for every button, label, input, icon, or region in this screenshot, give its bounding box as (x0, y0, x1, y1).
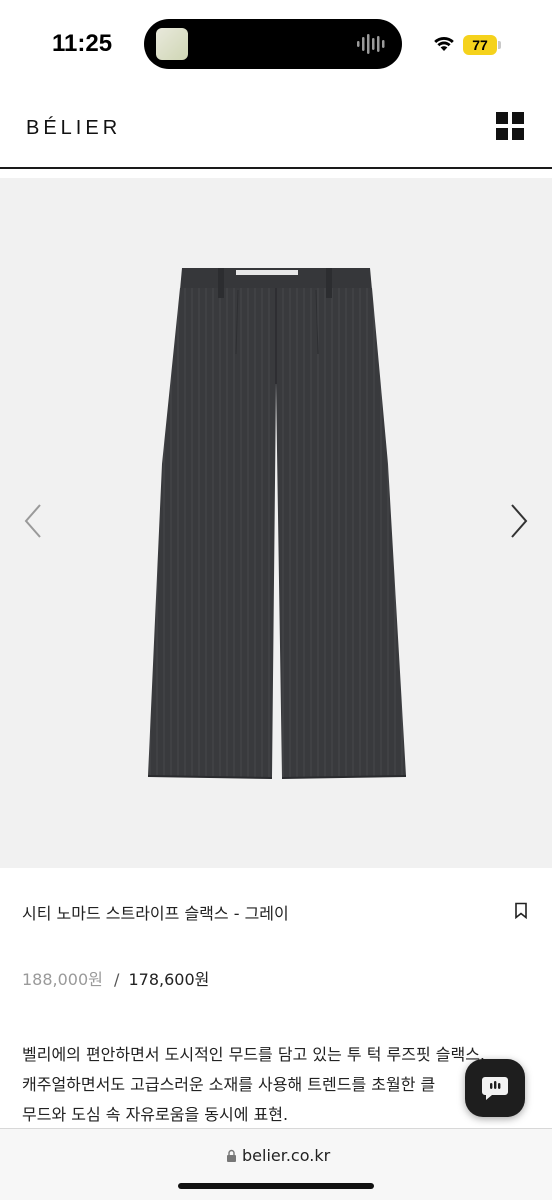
dynamic-island[interactable] (144, 19, 402, 69)
battery-level: 77 (463, 35, 497, 55)
battery-tip-icon (498, 41, 501, 49)
brand-logo[interactable]: BÉLIER (26, 117, 121, 140)
status-bar: 11:25 77 (0, 0, 552, 92)
header-divider (0, 167, 552, 169)
bookmark-icon[interactable] (514, 902, 528, 919)
grid-menu-icon[interactable] (496, 112, 524, 140)
chat-icon (482, 1077, 508, 1100)
now-playing-thumbnail (156, 28, 188, 60)
price-row: 188,000원 / 178,600원 (22, 966, 209, 990)
lock-icon (227, 1149, 236, 1162)
product-title: 시티 노마드 스트라이프 슬랙스 - 그레이 (22, 904, 289, 923)
original-price: 188,000원 (22, 970, 103, 989)
audio-wave-icon (357, 34, 385, 54)
browser-url-bar[interactable]: belier.co.kr (0, 1128, 552, 1200)
product-image (147, 268, 407, 779)
carousel-prev-icon[interactable] (22, 503, 44, 539)
home-indicator[interactable] (178, 1183, 374, 1189)
site-header: BÉLIER (0, 92, 552, 168)
chat-button[interactable] (465, 1059, 525, 1117)
url-text[interactable]: belier.co.kr (242, 1146, 330, 1165)
sale-price: 178,600원 (128, 970, 210, 989)
price-separator: / (113, 970, 120, 989)
carousel-next-icon[interactable] (508, 503, 530, 539)
product-image-carousel[interactable] (0, 178, 552, 868)
status-time: 11:25 (52, 30, 113, 57)
wifi-icon (434, 36, 454, 51)
page: 11:25 77 BÉLIER 시티 노마드 스트라이프 슬랙스 - 그레이 1… (0, 0, 552, 1200)
